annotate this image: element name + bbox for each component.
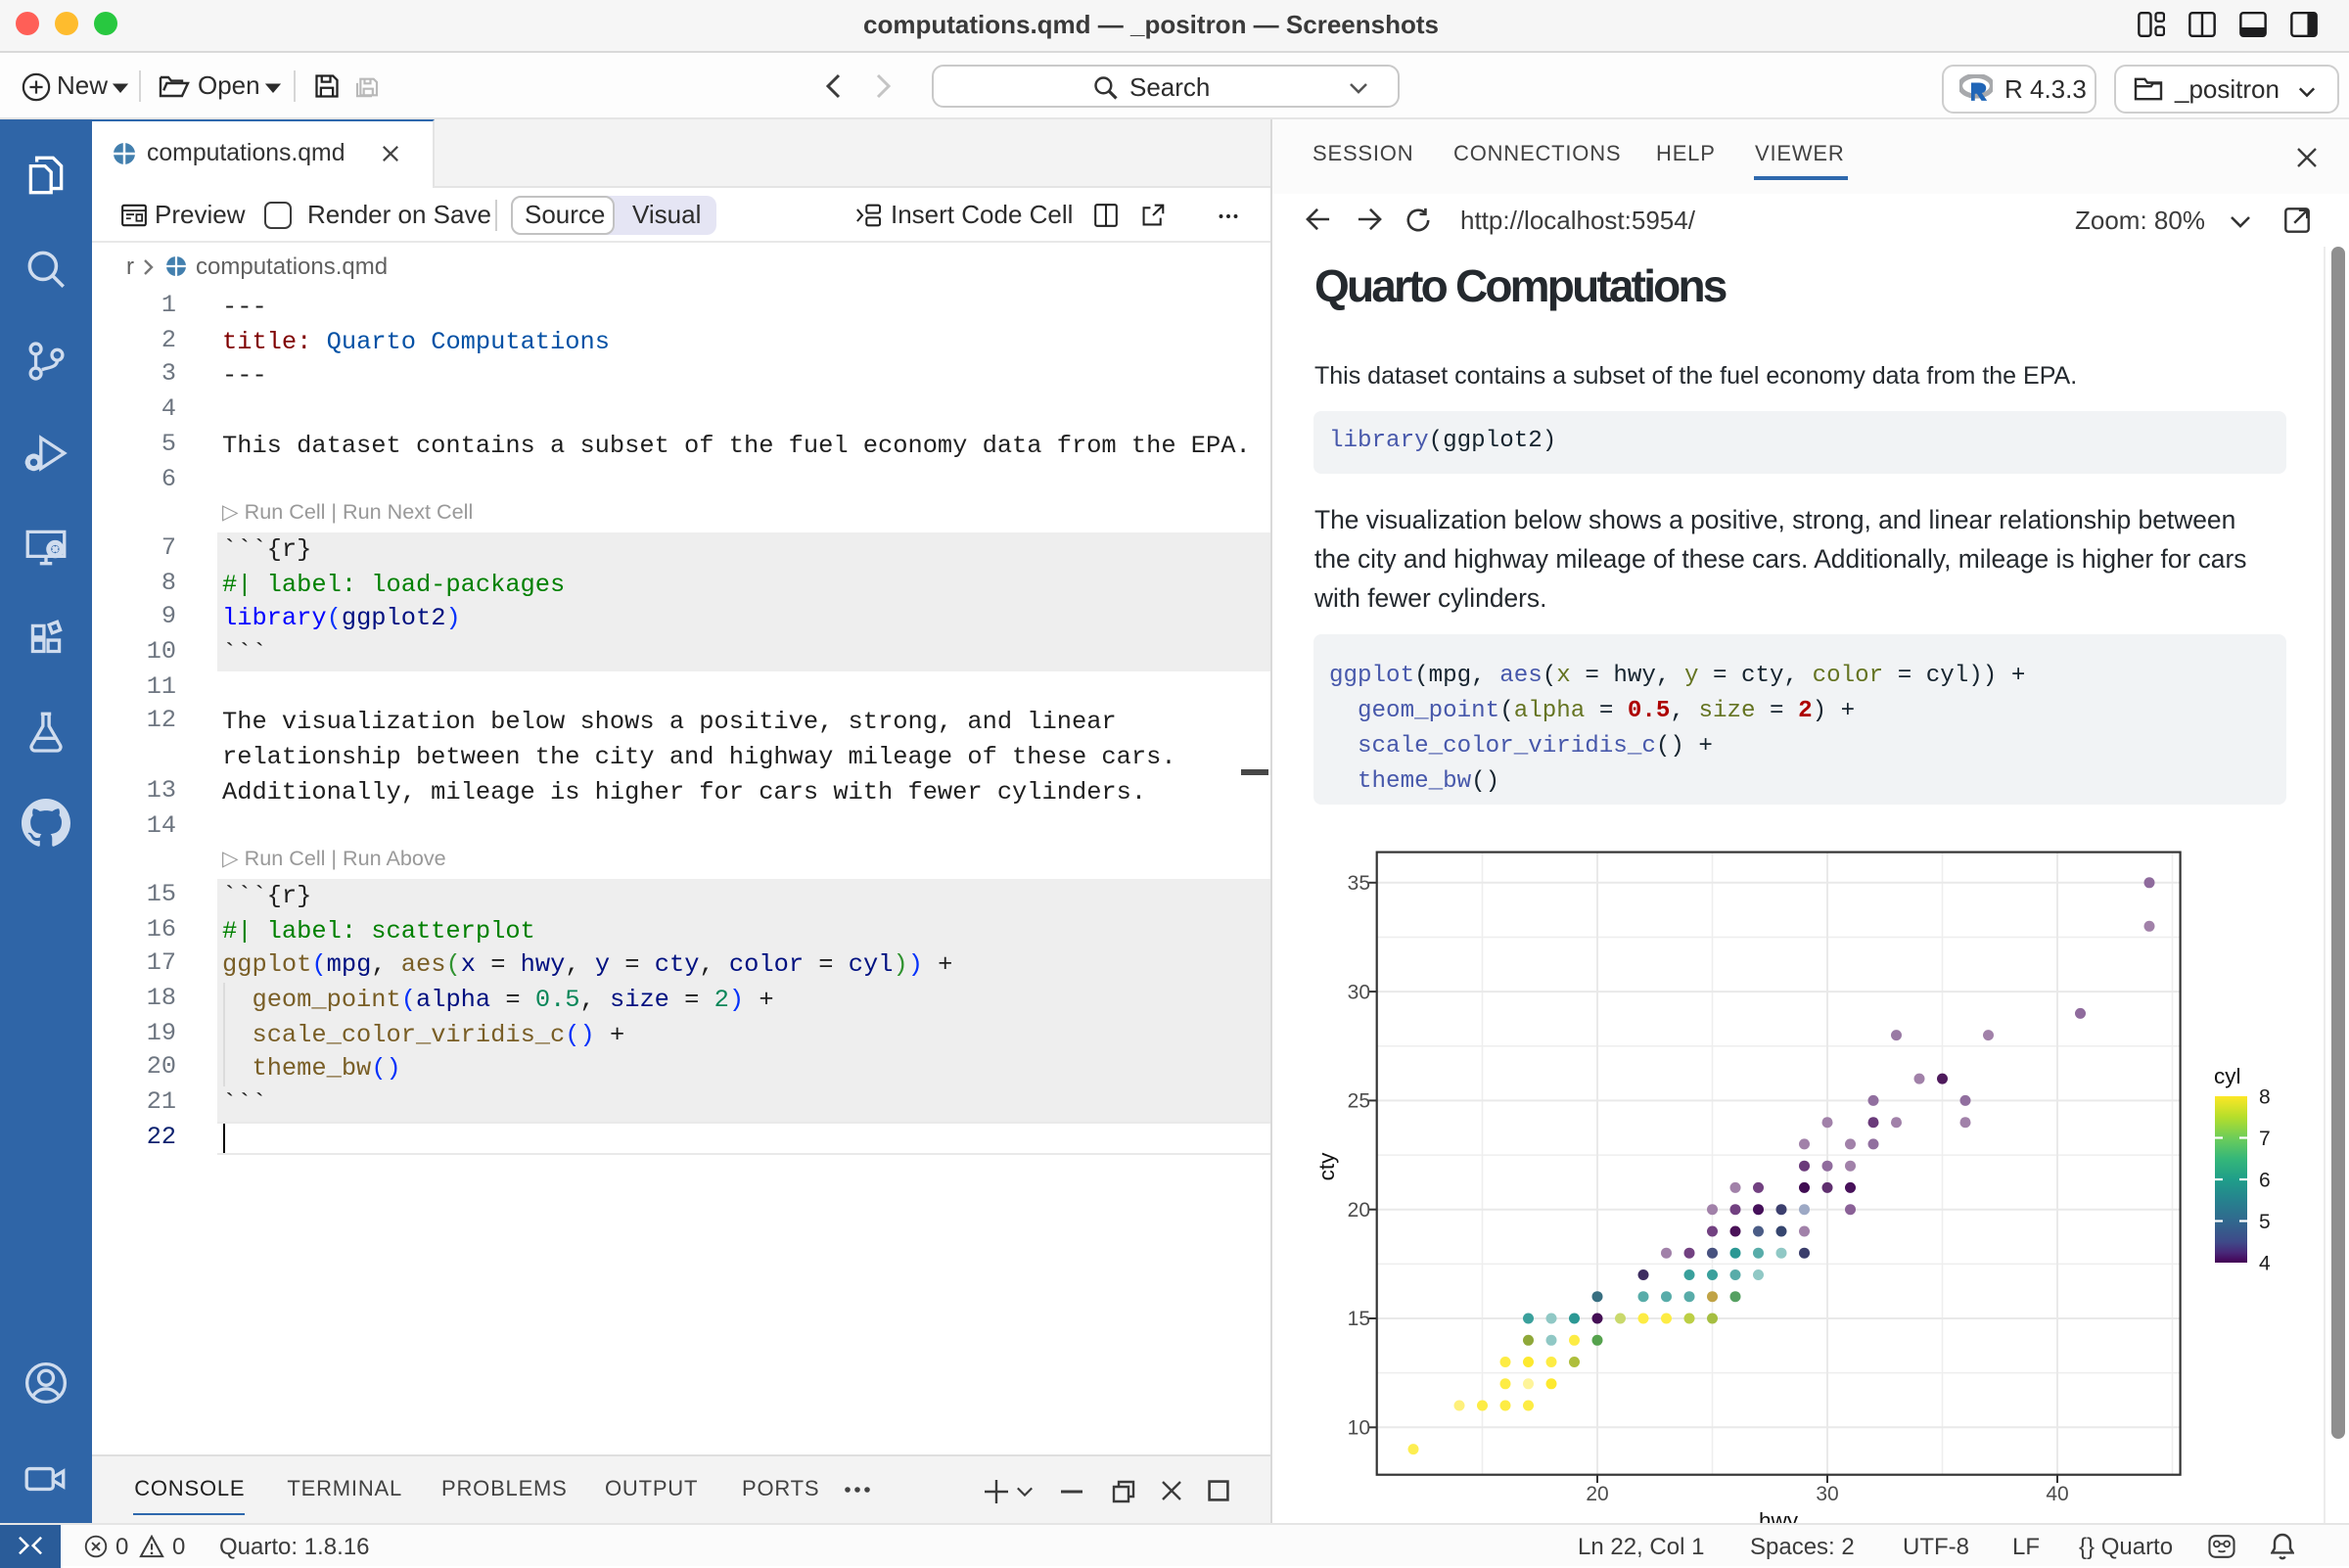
svg-text:20: 20 bbox=[1586, 1483, 1608, 1505]
svg-text:10: 10 bbox=[1348, 1417, 1370, 1440]
svg-text:hwy: hwy bbox=[1759, 1508, 1799, 1523]
svg-text:4: 4 bbox=[2259, 1253, 2271, 1275]
svg-text:5: 5 bbox=[2259, 1211, 2271, 1233]
svg-text:30: 30 bbox=[1816, 1483, 1838, 1505]
svg-text:6: 6 bbox=[2259, 1170, 2271, 1192]
svg-text:8: 8 bbox=[2259, 1086, 2271, 1109]
svg-text:35: 35 bbox=[1348, 872, 1370, 895]
svg-text:20: 20 bbox=[1348, 1199, 1370, 1222]
svg-text:30: 30 bbox=[1348, 981, 1370, 1003]
svg-text:40: 40 bbox=[2046, 1483, 2068, 1505]
svg-text:cyl: cyl bbox=[2214, 1064, 2241, 1088]
svg-text:7: 7 bbox=[2259, 1128, 2271, 1150]
svg-text:15: 15 bbox=[1348, 1308, 1370, 1330]
svg-text:25: 25 bbox=[1348, 1090, 1370, 1113]
svg-text:cty: cty bbox=[1314, 1152, 1339, 1181]
